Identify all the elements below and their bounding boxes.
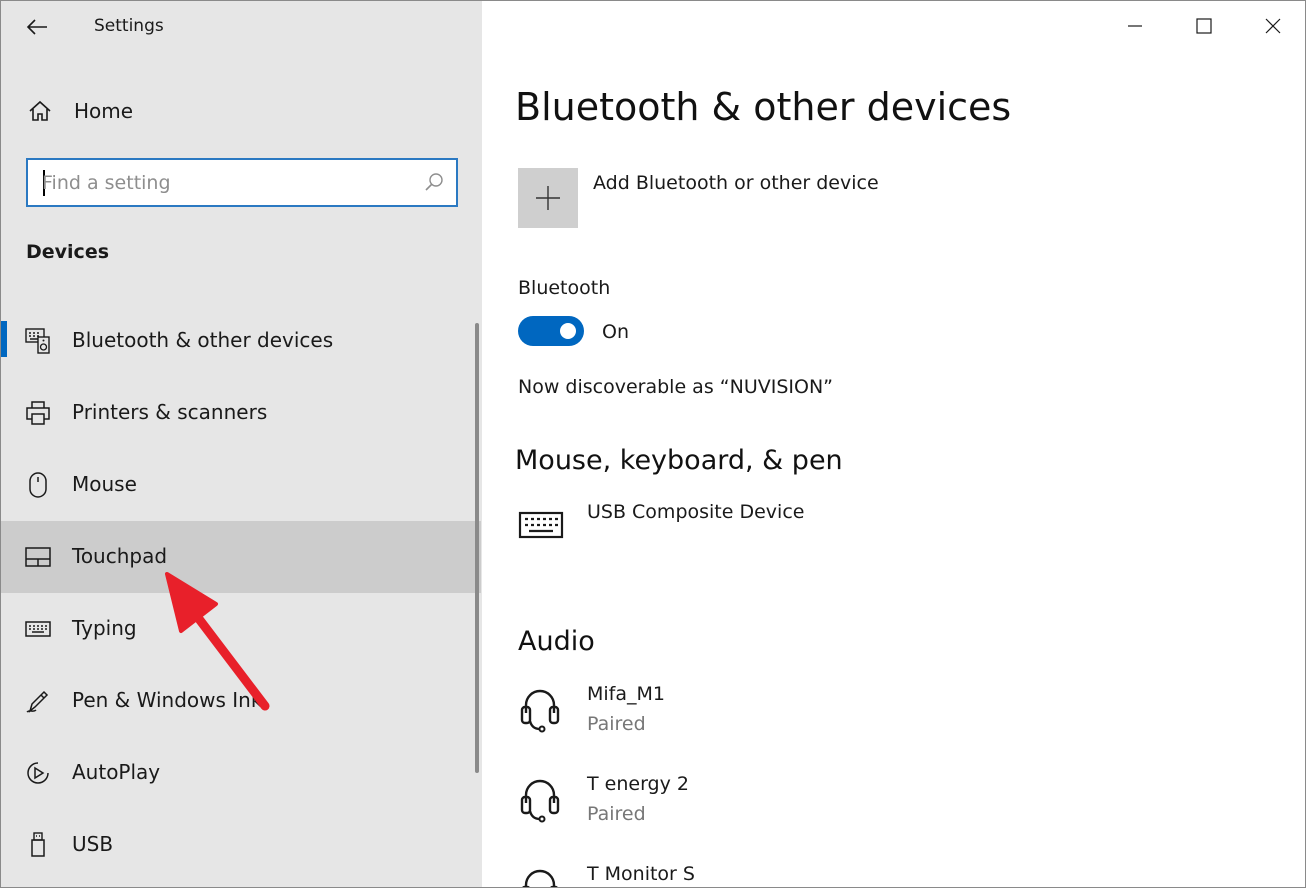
nav-list: Bluetooth & other devices Printers & sca… <box>1 305 481 881</box>
printer-icon <box>26 401 50 425</box>
device-name: T Monitor S <box>587 863 695 885</box>
discoverable-text: Now discoverable as “NUVISION” <box>518 376 834 398</box>
sidebar-item-label: Pen & Windows Ink <box>72 688 263 712</box>
search-box[interactable] <box>26 158 458 207</box>
keyboard-icon <box>25 621 51 637</box>
plus-icon <box>536 186 560 210</box>
minimize-icon <box>1127 25 1142 27</box>
headset-icon <box>520 779 560 823</box>
maximize-button[interactable] <box>1169 1 1238 51</box>
bluetooth-devices-icon <box>25 328 50 354</box>
keyboard-icon <box>518 511 564 539</box>
sidebar-item-mouse[interactable]: Mouse <box>1 449 481 521</box>
sidebar-item-label: USB <box>72 832 114 856</box>
sidebar: Settings Home Devices <box>1 1 482 887</box>
sidebar-item-label: Bluetooth & other devices <box>72 328 334 352</box>
app-title: Settings <box>94 16 164 36</box>
toggle-knob <box>560 323 576 339</box>
sidebar-item-label: Typing <box>72 616 137 640</box>
sidebar-item-usb[interactable]: USB <box>1 809 481 881</box>
sidebar-item-pen[interactable]: Pen & Windows Ink <box>1 665 481 737</box>
sidebar-item-bluetooth[interactable]: Bluetooth & other devices <box>1 305 481 377</box>
close-button[interactable] <box>1238 1 1305 51</box>
back-button[interactable] <box>15 7 59 47</box>
bluetooth-toggle[interactable] <box>518 316 584 346</box>
device-t-energy-2[interactable]: T energy 2 Paired <box>518 773 1118 843</box>
device-name: T energy 2 <box>587 773 689 795</box>
sidebar-item-printers[interactable]: Printers & scanners <box>1 377 481 449</box>
sidebar-item-label: Mouse <box>72 472 137 496</box>
sidebar-item-autoplay[interactable]: AutoPlay <box>1 737 481 809</box>
audio-section-title: Audio <box>518 626 595 657</box>
home-label: Home <box>74 99 134 123</box>
usb-icon <box>31 832 45 857</box>
device-name: USB Composite Device <box>587 501 805 523</box>
pen-icon <box>26 690 49 714</box>
window-controls <box>1100 1 1305 51</box>
device-status: Paired <box>587 803 646 825</box>
sidebar-item-label: Printers & scanners <box>72 400 268 424</box>
device-usb-composite[interactable]: USB Composite Device <box>518 501 1118 571</box>
page-title: Bluetooth & other devices <box>515 85 1012 129</box>
mouse-section-title: Mouse, keyboard, & pen <box>515 445 843 476</box>
device-status: Paired <box>587 713 646 735</box>
sidebar-scrollbar[interactable] <box>475 323 479 773</box>
selection-indicator <box>1 321 7 357</box>
sidebar-item-typing[interactable]: Typing <box>1 593 481 665</box>
add-device-label[interactable]: Add Bluetooth or other device <box>593 172 879 194</box>
add-device-button[interactable] <box>518 168 578 228</box>
main-content: Bluetooth & other devices Add Bluetooth … <box>482 1 1305 887</box>
sidebar-item-label: AutoPlay <box>72 760 161 784</box>
headset-icon <box>522 869 558 887</box>
search-icon[interactable] <box>424 172 444 192</box>
bluetooth-label: Bluetooth <box>518 277 611 299</box>
device-mifa-m1[interactable]: Mifa_M1 Paired <box>518 683 1118 753</box>
device-name: Mifa_M1 <box>587 683 665 705</box>
maximize-icon <box>1195 18 1212 34</box>
touchpad-icon <box>25 547 51 567</box>
home-nav-item[interactable]: Home <box>1 89 482 135</box>
settings-window: Settings Home Devices <box>0 0 1306 888</box>
bluetooth-state: On <box>602 321 629 343</box>
close-icon <box>1265 18 1280 34</box>
mouse-icon <box>29 472 47 498</box>
device-t-monitor-s[interactable]: T Monitor S <box>518 863 1118 887</box>
sidebar-item-label: Touchpad <box>72 544 168 568</box>
headset-icon <box>520 689 560 733</box>
home-icon <box>29 100 51 121</box>
autoplay-icon <box>27 762 49 784</box>
back-arrow-icon <box>26 19 47 35</box>
search-input[interactable] <box>42 168 412 198</box>
sidebar-item-touchpad[interactable]: Touchpad <box>1 521 481 593</box>
section-title: Devices <box>26 241 110 263</box>
minimize-button[interactable] <box>1100 1 1169 51</box>
